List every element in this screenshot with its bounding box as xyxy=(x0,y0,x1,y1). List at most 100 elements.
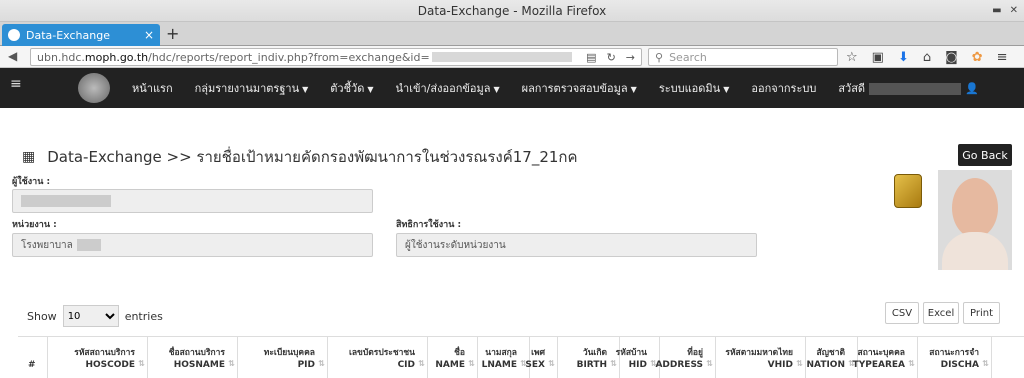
excel-button[interactable]: Excel xyxy=(923,302,959,324)
url-bar[interactable]: ubn.hdc. moph.go.th/hdc/reports/report_in… xyxy=(30,48,642,66)
clipboard-icon[interactable]: ▣ xyxy=(872,50,884,65)
menu-logout[interactable]: ออกจากระบบ xyxy=(751,79,816,97)
column-header-pid[interactable]: ทะเบียนบุคคล PID ⇅ xyxy=(238,337,328,378)
column-header-en-label: HID xyxy=(628,360,647,370)
table-header: # รหัสสถานบริการ HOSCODE ⇅ ชื่อสถานบริการ HOS… xyxy=(18,336,1024,378)
column-header-birth[interactable]: วันเกิด BIRTH ⇅ xyxy=(558,337,620,378)
smartcard-chip-icon xyxy=(894,174,922,208)
user-field xyxy=(12,189,373,213)
caret-down-icon: ▼ xyxy=(302,85,309,94)
column-header-typearea[interactable]: สถานะบุคคล TYPEAREA ⇅ xyxy=(853,337,918,378)
rights-field: ผู้ใช้งานระดับหน่วยงาน xyxy=(396,233,757,257)
new-tab-button[interactable]: + xyxy=(166,24,179,43)
favicon-icon xyxy=(8,29,20,41)
column-header-th-label: ชื่อ xyxy=(454,348,465,358)
menu-standard-reports[interactable]: กลุ่มรายงานมาตรฐาน ▼ xyxy=(195,79,309,97)
column-header-en-label: BIRTH xyxy=(576,360,607,370)
column-header-discha[interactable]: สถานะการจำ DISCHA ⇅ xyxy=(918,337,992,378)
sort-arrows-icon: ⇅ xyxy=(908,359,915,368)
column-header-th-label: รหัสตามมหาดไทย xyxy=(725,348,793,358)
column-header-en-label: HOSNAME xyxy=(173,360,225,370)
bookmark-star-icon[interactable]: ☆ xyxy=(846,50,858,65)
show-label: Show xyxy=(27,309,57,323)
column-header-name[interactable]: ชื่อ NAME ⇅ xyxy=(428,337,478,378)
browser-toolbar-icons: ☆ ▣ ⬇ ⌂ ◙ ✿ ≡ xyxy=(846,48,1008,66)
caret-down-icon: ▼ xyxy=(493,85,500,94)
column-header-en-label: ADDRESS xyxy=(655,360,703,370)
print-button[interactable]: Print xyxy=(963,302,1000,324)
menu-admin[interactable]: ระบบแอดมิน ▼ xyxy=(659,79,730,97)
user-icon: 👤 xyxy=(965,82,979,95)
search-bar[interactable]: ⚲ Search xyxy=(648,48,838,66)
menu-icon[interactable]: ≡ xyxy=(997,50,1008,65)
minimize-icon[interactable]: ▬ xyxy=(992,0,1001,22)
column-header-#[interactable]: # xyxy=(18,337,48,378)
sort-arrows-icon: ⇅ xyxy=(610,359,617,368)
menu-data-check[interactable]: ผลการตรวจสอบข้อมูล ▼ xyxy=(522,79,637,97)
logo[interactable] xyxy=(78,73,110,103)
column-header-th-label: สัญชาติ xyxy=(816,348,846,358)
sort-arrows-icon: ⇅ xyxy=(468,359,475,368)
menu-indicators[interactable]: ตัวชี้วัด ▼ xyxy=(330,79,373,97)
column-header-en-label: SEX xyxy=(525,360,545,370)
window-controls: ▬ ✕ xyxy=(992,0,1018,22)
reader-view-icon[interactable]: ▤ xyxy=(586,51,596,64)
entries-label: entries xyxy=(124,309,163,323)
back-arrow-icon[interactable]: ◀ xyxy=(8,49,17,63)
hamburger-icon[interactable]: ≡ xyxy=(10,76,22,92)
column-header-cid[interactable]: เลขบัตรประชาชน CID ⇅ xyxy=(328,337,428,378)
user-redacted xyxy=(21,195,111,207)
page-heading: ▦ Data-Exchange >> รายชื่อเป้าหมายคัดกรอ… xyxy=(22,145,578,169)
column-header-th-label: ทะเบียนบุคคล xyxy=(263,348,315,358)
home-icon[interactable]: ⌂ xyxy=(923,50,931,65)
column-header-lname[interactable]: นามสกุล LNAME ⇅ xyxy=(478,337,530,378)
extension-icon[interactable]: ✿ xyxy=(972,50,983,65)
column-header-en-label: CID xyxy=(397,360,415,370)
column-header-en-label: LNAME xyxy=(481,360,517,370)
column-header-vhid[interactable]: รหัสตามมหาดไทย VHID ⇅ xyxy=(716,337,806,378)
window-title: Data-Exchange - Mozilla Firefox xyxy=(417,4,607,18)
column-header-sex[interactable]: เพศ SEX ⇅ xyxy=(525,337,558,378)
sort-arrows-icon: ⇅ xyxy=(138,359,145,368)
csv-button[interactable]: CSV xyxy=(885,302,919,324)
column-header-en-label: NATION xyxy=(806,360,845,370)
tab-close-icon[interactable]: × xyxy=(144,28,154,42)
menu-user[interactable]: สวัสดี 👤 xyxy=(838,79,979,97)
tab-data-exchange[interactable]: Data-Exchange × xyxy=(2,24,160,46)
column-header-th-label: ที่อยู่ xyxy=(687,348,703,358)
table-grid-icon: ▦ xyxy=(22,149,36,165)
search-placeholder: Search xyxy=(669,50,707,64)
column-header-address[interactable]: ที่อยู่ ADDRESS ⇅ xyxy=(655,337,716,378)
caret-down-icon: ▼ xyxy=(723,85,730,94)
column-header-hid[interactable]: รหัสบ้าน HID ⇅ xyxy=(616,337,660,378)
unit-field: โรงพยาบาล xyxy=(12,233,373,257)
url-actions: ▤ ↻ → xyxy=(586,51,635,64)
reload-icon[interactable]: ↻ xyxy=(607,51,616,64)
sort-arrows-icon: ⇅ xyxy=(318,359,325,368)
download-icon[interactable]: ⬇ xyxy=(898,50,909,65)
pocket-icon[interactable]: ◙ xyxy=(945,50,958,65)
caret-down-icon: ▼ xyxy=(367,85,374,94)
column-header-en-label: VHID xyxy=(767,360,793,370)
close-icon[interactable]: ✕ xyxy=(1010,0,1018,22)
entries-control: Show 10 entries xyxy=(27,305,163,327)
sort-arrows-icon: ⇅ xyxy=(418,359,425,368)
go-back-button[interactable]: Go Back xyxy=(958,144,1012,166)
column-header-th-label: รหัสบ้าน xyxy=(615,348,647,358)
forward-arrow-icon[interactable]: → xyxy=(626,51,635,64)
menu-import-export[interactable]: นำเข้า/ส่งออกข้อมูล ▼ xyxy=(396,79,500,97)
rights-label: สิทธิการใช้งาน : xyxy=(396,220,462,230)
sort-arrows-icon: ⇅ xyxy=(796,359,803,368)
sort-arrows-icon: ⇅ xyxy=(982,359,989,368)
column-header-en-label: DISCHA xyxy=(940,360,979,370)
url-domain: moph.go.th xyxy=(84,50,149,64)
menu-home[interactable]: หน้าแรก xyxy=(132,79,173,97)
column-header-nation[interactable]: สัญชาติ NATION ⇅ xyxy=(806,337,858,378)
unit-value: โรงพยาบาล xyxy=(21,239,73,251)
main-menu: หน้าแรก กลุ่มรายงานมาตรฐาน ▼ ตัวชี้วัด ▼ น… xyxy=(132,68,1001,108)
rights-value: ผู้ใช้งานระดับหน่วยงาน xyxy=(405,239,506,251)
column-header-hosname[interactable]: ชื่อสถานบริการ HOSNAME ⇅ xyxy=(148,337,238,378)
caret-down-icon: ▼ xyxy=(630,85,637,94)
entries-select[interactable]: 10 xyxy=(62,305,119,327)
column-header-hoscode[interactable]: รหัสสถานบริการ HOSCODE ⇅ xyxy=(48,337,148,378)
